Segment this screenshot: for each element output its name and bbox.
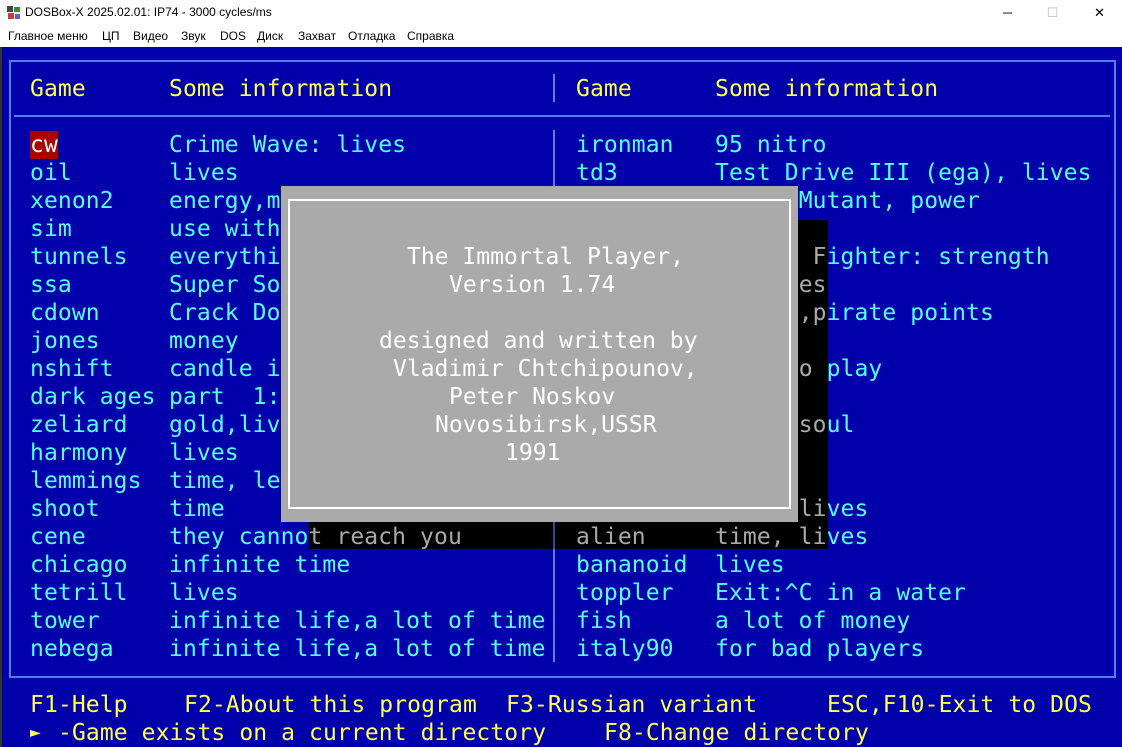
dialog-version: Version 1.74 [449, 272, 616, 298]
header-info-right: Some information [715, 76, 939, 102]
game-name-right[interactable]: italy90 [576, 635, 674, 663]
game-name-left[interactable]: lemmings [30, 467, 142, 495]
game-name-left[interactable]: dark ages [30, 383, 156, 411]
dialog-credit-label: designed and written by [379, 328, 698, 354]
game-info-left: energy,m [169, 188, 281, 214]
f8-change-dir-hint: F8-Change directory [604, 720, 869, 746]
game-name-left[interactable]: tower [30, 607, 100, 635]
game-info-left: infinite life,a lot of time [169, 636, 546, 662]
game-name-left[interactable]: harmony [30, 439, 128, 467]
game-name-right[interactable]: bananoid [576, 551, 688, 579]
legend-text: -Game exists on a current directory [58, 720, 547, 746]
dialog-author-2: Peter Noskov [449, 384, 616, 410]
game-info-left: Crime Wave: lives [169, 132, 407, 158]
game-info-right: lives [715, 552, 785, 578]
game-info-right: for bad players [715, 636, 925, 662]
game-name-right[interactable]: fish [576, 607, 632, 635]
game-info-left: everythi [169, 244, 281, 270]
game-info-left: gold,liv [169, 412, 281, 438]
game-name-left[interactable]: nshift [30, 355, 114, 383]
game-info-right: Fighter: strength [812, 244, 1050, 270]
game-info-left: Crack Do [169, 300, 281, 326]
dialog-title: The Immortal Player, [407, 244, 684, 270]
game-info-left: lives [169, 580, 239, 606]
header-info-left: Some information [169, 76, 393, 102]
game-name-left[interactable]: jones [30, 327, 100, 355]
dialog-location: Novosibirsk,USSR [435, 412, 657, 438]
game-name-left[interactable]: shoot [30, 495, 100, 523]
game-info-left: time, le [169, 468, 281, 494]
game-info-right: 95 nitro [715, 132, 827, 158]
game-name-left[interactable]: cw [30, 131, 58, 159]
game-info-left: Super So [169, 272, 281, 298]
exit-hint: ESC,F10-Exit to DOS [827, 692, 1092, 718]
game-info-left: lives [169, 160, 239, 186]
dialog-year: 1991 [505, 440, 561, 466]
game-name-left[interactable]: tunnels [30, 243, 128, 271]
header-separator [14, 115, 1110, 117]
game-name-left[interactable]: ssa [30, 271, 72, 299]
game-name-right: alien [576, 524, 646, 550]
about-dialog: The Immortal Player, Version 1.74 design… [281, 186, 798, 522]
game-info-right: Exit:^C in a water [715, 580, 967, 606]
triangle-marker-icon: ► [30, 722, 41, 743]
game-name-left[interactable]: oil [30, 159, 72, 187]
game-info-left: infinite life,a lot of time [169, 608, 546, 634]
game-info-left: money [169, 328, 239, 354]
game-info-left: infinite time [169, 552, 351, 578]
game-info-left: part 1: [169, 384, 281, 410]
f2-about-hint: F2-About this program [184, 692, 477, 718]
game-info-right: Test Drive III (ega), lives [715, 160, 1092, 186]
game-name-left[interactable]: cene [30, 523, 86, 551]
game-name-left[interactable]: tetrill [30, 579, 128, 607]
game-info-right: Mutant, power [798, 188, 981, 214]
game-name-left[interactable]: cdown [30, 299, 100, 327]
game-name-right[interactable]: ironman [576, 131, 674, 159]
game-name-left[interactable]: chicago [30, 551, 128, 579]
game-info-left: lives [169, 440, 239, 466]
game-info-right: a lot of money [715, 608, 911, 634]
game-info-right: es [798, 272, 827, 298]
game-info-left: time [169, 496, 225, 522]
game-name-left[interactable]: nebega [30, 635, 114, 663]
game-name-right[interactable]: toppler [576, 579, 674, 607]
header-game-left: Game [30, 76, 86, 102]
header-game-right: Game [576, 76, 632, 102]
f1-help-hint: F1-Help [30, 692, 128, 718]
game-info-left: use with [169, 216, 281, 242]
game-name-right[interactable]: td3 [576, 159, 618, 187]
dialog-author-1: Vladimir Chtchipounov, [393, 356, 698, 382]
game-name-left[interactable]: sim [30, 215, 72, 243]
game-info-left: candle i [169, 356, 281, 382]
game-name-left[interactable]: zeliard [30, 411, 128, 439]
game-name-left[interactable]: xenon2 [30, 187, 114, 215]
f3-russian-hint: F3-Russian variant [506, 692, 758, 718]
header-divider [553, 74, 555, 102]
